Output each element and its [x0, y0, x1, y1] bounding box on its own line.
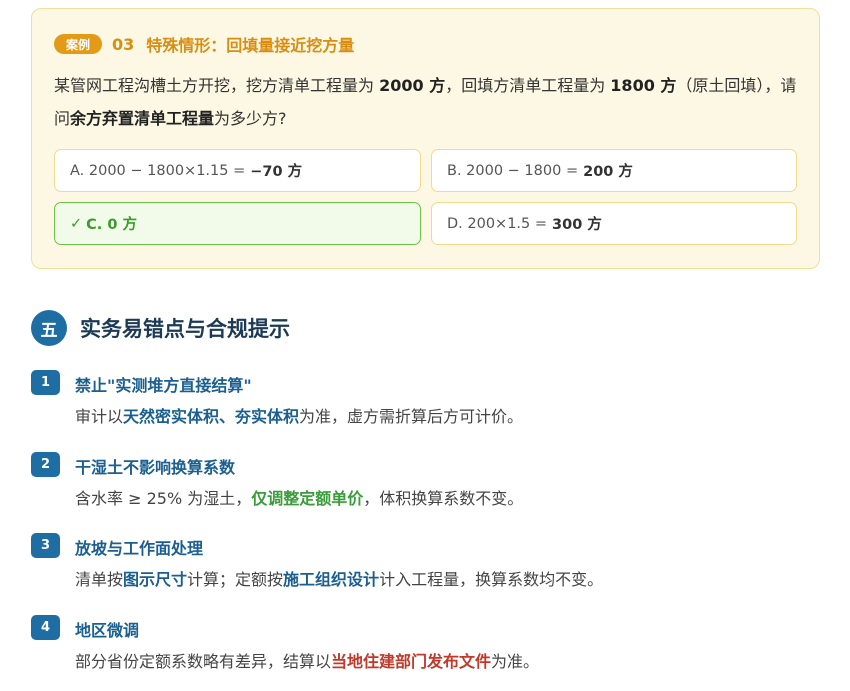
tip-highlight: 天然密实体积、夯实体积	[123, 407, 300, 426]
question-text: ，回填方清单工程量为	[445, 76, 611, 95]
case-card: 案例 03 特殊情形：回填量接近挖方量 某管网工程沟槽土方开挖，挖方清单工程量为…	[31, 8, 820, 269]
option-d[interactable]: D. 200×1.5 = 300 方	[431, 202, 797, 245]
option-b[interactable]: B. 2000 − 1800 = 200 方	[431, 149, 797, 192]
option-result: 200 方	[583, 164, 633, 180]
tip-number-badge: 3	[31, 533, 60, 558]
tip-text: 为准。	[491, 652, 540, 671]
option-expression: B. 2000 − 1800 =	[447, 162, 579, 179]
question-emphasis: 余方弃置清单工程量	[70, 109, 215, 128]
tip-text: 计算；定额按	[187, 570, 284, 589]
tip-body: 部分省份定额系数略有差异，结算以当地住建部门发布文件为准。	[75, 648, 539, 672]
case-number: 03	[112, 34, 135, 54]
tip-text: 部分省份定额系数略有差异，结算以	[75, 652, 332, 671]
tip-title: 禁止"实测堆方直接结算"	[75, 376, 252, 395]
tip-body: 含水率 ≥ 25% 为湿土，仅调整定额单价，体积换算系数不变。	[75, 485, 523, 509]
case-title: 特殊情形：回填量接近挖方量	[146, 36, 355, 55]
question-value-backfill: 1800 方	[610, 76, 677, 95]
section-header: 五 实务易错点与合规提示	[31, 310, 290, 346]
option-expression: A. 2000 − 1800×1.15 =	[70, 162, 246, 179]
tip-text: 计入工程量，换算系数均不变。	[379, 570, 604, 589]
option-c-correct[interactable]: ✓ C. 0 方	[54, 202, 421, 245]
tip-highlight: 仅调整定额单价	[251, 489, 364, 508]
section-number-badge: 五	[31, 310, 67, 346]
checkmark-icon: ✓	[70, 215, 83, 232]
tip-highlight: 图示尺寸	[123, 570, 188, 589]
tip-body: 清单按图示尺寸计算；定额按施工组织设计计入工程量，换算系数均不变。	[75, 566, 603, 590]
tip-highlight: 当地住建部门发布文件	[331, 652, 492, 671]
tip-text: ，体积换算系数不变。	[363, 489, 524, 508]
case-question: 某管网工程沟槽土方开挖，挖方清单工程量为 2000 方，回填方清单工程量为 18…	[54, 69, 802, 135]
tip-title: 放坡与工作面处理	[75, 539, 204, 558]
tip-text: 为准，虚方需折算后方可计价。	[299, 407, 524, 426]
question-value-excavation: 2000 方	[379, 76, 446, 95]
tip-text: 审计以	[75, 407, 124, 426]
tip-title: 地区微调	[75, 621, 140, 640]
section-title: 实务易错点与合规提示	[80, 317, 290, 341]
option-label: C. 0 方	[86, 217, 137, 233]
tip-number-badge: 1	[31, 370, 60, 395]
option-expression: D. 200×1.5 =	[447, 215, 548, 232]
option-a[interactable]: A. 2000 − 1800×1.15 = −70 方	[54, 149, 421, 192]
tip-number-badge: 4	[31, 615, 60, 640]
case-badge: 案例	[54, 34, 102, 54]
tip-text: 含水率 ≥ 25% 为湿土，	[75, 489, 252, 508]
tip-highlight: 施工组织设计	[283, 570, 380, 589]
question-text: 某管网工程沟槽土方开挖，挖方清单工程量为	[54, 76, 380, 95]
option-result: −70 方	[250, 164, 303, 180]
question-text: 为多少方?	[214, 109, 287, 128]
tip-text: 清单按	[75, 570, 124, 589]
tip-title: 干湿土不影响换算系数	[75, 458, 236, 477]
case-header: 案例 03 特殊情形：回填量接近挖方量	[54, 33, 354, 55]
tip-number-badge: 2	[31, 452, 60, 477]
tip-body: 审计以天然密实体积、夯实体积为准，虚方需折算后方可计价。	[75, 403, 523, 427]
option-result: 300 方	[552, 217, 602, 233]
